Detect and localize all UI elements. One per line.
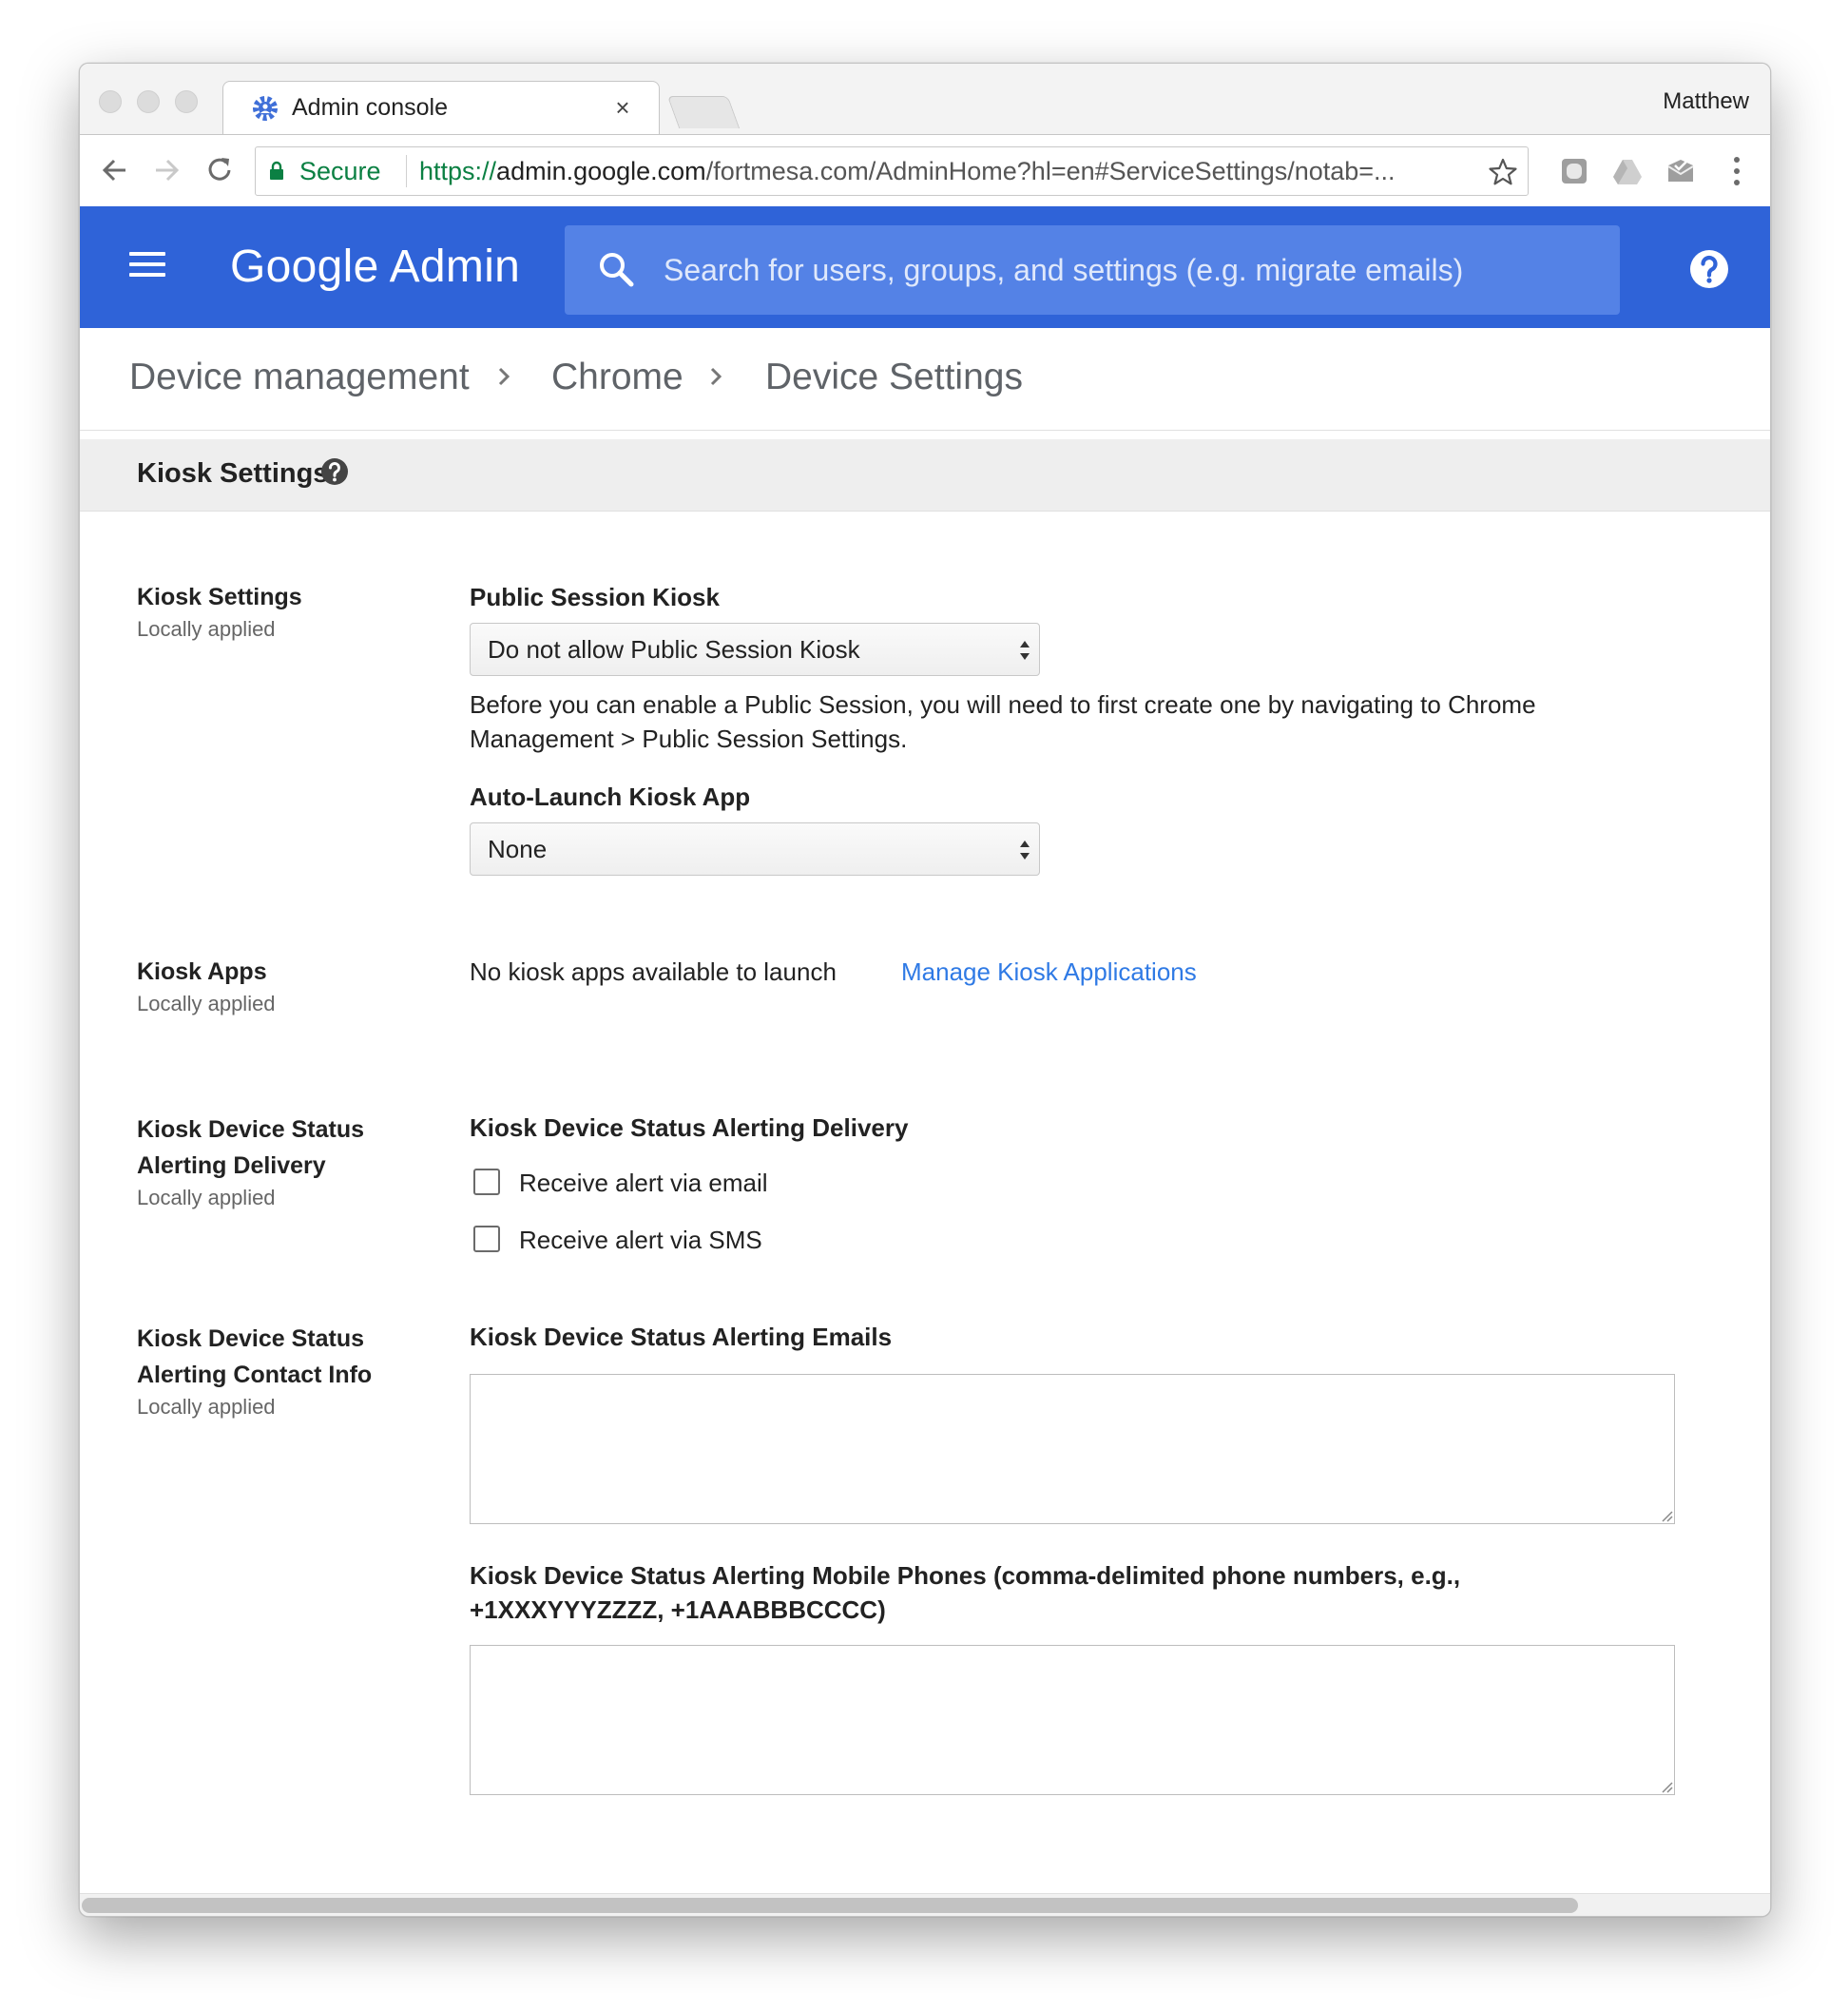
google-admin-logo[interactable]: Google Admin bbox=[230, 241, 520, 293]
tab-close-icon[interactable]: × bbox=[608, 93, 637, 123]
back-arrow-icon[interactable] bbox=[97, 152, 133, 188]
browser-toolbar: Secure https://admin.google.com/fortmesa… bbox=[80, 134, 1770, 206]
alerting-phones-textarea[interactable] bbox=[470, 1645, 1675, 1795]
window-minimize-control[interactable] bbox=[137, 90, 160, 113]
setting-inheritance: Locally applied bbox=[137, 1395, 276, 1419]
select-value: None bbox=[488, 835, 548, 863]
email-alert-checkbox[interactable] bbox=[473, 1169, 500, 1195]
horizontal-scrollbar[interactable] bbox=[80, 1893, 1770, 1916]
search-icon[interactable] bbox=[597, 250, 635, 288]
breadcrumb-chrome[interactable]: Chrome bbox=[551, 357, 683, 398]
url-text[interactable]: https://admin.google.com/fortmesa.com/Ad… bbox=[419, 157, 1484, 186]
help-icon[interactable] bbox=[319, 456, 350, 487]
public-session-kiosk-label: Public Session Kiosk bbox=[470, 583, 720, 611]
sms-alert-checkbox[interactable] bbox=[473, 1226, 500, 1252]
window-zoom-control[interactable] bbox=[175, 90, 198, 113]
select-arrows-icon bbox=[1020, 641, 1030, 660]
scrollbar-thumb[interactable] bbox=[82, 1898, 1578, 1913]
tab-strip: Admin console × Matthew bbox=[80, 64, 1770, 136]
alerting-emails-textarea[interactable] bbox=[470, 1374, 1675, 1524]
alerting-phones-label: Kiosk Device Status Alerting Mobile Phon… bbox=[470, 1561, 1461, 1624]
lock-icon bbox=[270, 161, 283, 180]
address-bar[interactable]: Secure https://admin.google.com/fortmesa… bbox=[255, 146, 1529, 196]
auto-launch-kiosk-app-select[interactable]: None bbox=[470, 822, 1040, 876]
mail-check-icon[interactable] bbox=[1665, 156, 1696, 186]
url-scheme: https:// bbox=[419, 157, 497, 185]
window-close-control[interactable] bbox=[99, 90, 122, 113]
admin-header: Google Admin bbox=[80, 206, 1770, 328]
section-title: Kiosk Settings bbox=[137, 458, 329, 489]
tab-admin-console[interactable]: Admin console × bbox=[222, 81, 660, 136]
secure-label: Secure bbox=[299, 157, 381, 185]
alerting-contact-label-group: Kiosk Device Status Alerting Contact Inf… bbox=[137, 1321, 422, 1421]
chevron-right-icon bbox=[710, 367, 722, 386]
email-alert-label[interactable]: Receive alert via email bbox=[519, 1169, 768, 1198]
setting-inheritance: Locally applied bbox=[137, 1186, 276, 1209]
select-arrows-icon bbox=[1020, 841, 1030, 860]
alerting-delivery-label-group: Kiosk Device Status Alerting Delivery Lo… bbox=[137, 1111, 422, 1212]
drive-icon[interactable] bbox=[1612, 156, 1643, 186]
hamburger-menu-icon[interactable] bbox=[129, 252, 165, 280]
resize-grip-icon[interactable] bbox=[1660, 1509, 1673, 1522]
alerting-delivery-field-label: Kiosk Device Status Alerting Delivery bbox=[470, 1113, 909, 1142]
tab-title: Admin console bbox=[292, 94, 448, 121]
address-separator bbox=[406, 155, 407, 187]
help-icon[interactable] bbox=[1688, 248, 1730, 290]
browser-menu-icon[interactable] bbox=[1732, 154, 1742, 188]
breadcrumb-device-settings: Device Settings bbox=[765, 357, 1023, 397]
sms-alert-label[interactable]: Receive alert via SMS bbox=[519, 1226, 762, 1255]
extension-square-icon[interactable] bbox=[1559, 156, 1589, 186]
setting-title-line1: Kiosk Device Status bbox=[137, 1116, 364, 1143]
url-host: admin.google.com bbox=[496, 157, 706, 185]
setting-title-line1: Kiosk Device Status bbox=[137, 1325, 364, 1352]
public-session-kiosk-select[interactable]: Do not allow Public Session Kiosk bbox=[470, 623, 1040, 676]
setting-title-line2: Alerting Delivery bbox=[137, 1152, 326, 1179]
profile-name[interactable]: Matthew bbox=[1663, 88, 1749, 115]
setting-title: Kiosk Apps bbox=[137, 958, 267, 985]
no-kiosk-apps-text: No kiosk apps available to launch bbox=[470, 957, 837, 986]
brand-google: Google bbox=[230, 242, 379, 292]
brand-admin: Admin bbox=[389, 242, 521, 292]
setting-inheritance: Locally applied bbox=[137, 992, 276, 1015]
setting-title-line2: Alerting Contact Info bbox=[137, 1362, 373, 1388]
select-value: Do not allow Public Session Kiosk bbox=[488, 635, 860, 664]
browser-window: Admin console × Matthew Secure https://a… bbox=[79, 63, 1771, 1917]
search-input[interactable] bbox=[664, 248, 1595, 292]
kiosk-apps-label-group: Kiosk Apps Locally applied bbox=[137, 954, 422, 1018]
resize-grip-icon[interactable] bbox=[1660, 1780, 1673, 1793]
new-tab-button[interactable] bbox=[666, 96, 741, 128]
admin-gear-icon bbox=[253, 96, 278, 121]
alerting-emails-label: Kiosk Device Status Alerting Emails bbox=[470, 1323, 893, 1351]
public-session-note: Before you can enable a Public Session, … bbox=[470, 690, 1536, 753]
auto-launch-kiosk-app-label: Auto-Launch Kiosk App bbox=[470, 783, 751, 811]
manage-kiosk-applications-link[interactable]: Manage Kiosk Applications bbox=[901, 957, 1197, 987]
kiosk-settings-label-group: Kiosk Settings Locally applied bbox=[137, 579, 422, 644]
bookmark-star-icon[interactable] bbox=[1488, 157, 1518, 187]
breadcrumb: Device management Chrome Device Settings bbox=[80, 328, 1770, 431]
search-bar bbox=[565, 225, 1620, 315]
breadcrumb-device-management[interactable]: Device management bbox=[129, 357, 470, 398]
url-path: /fortmesa.com/AdminHome?hl=en#ServiceSet… bbox=[705, 157, 1396, 185]
setting-inheritance: Locally applied bbox=[137, 617, 276, 641]
kiosk-settings-section-header: Kiosk Settings bbox=[80, 439, 1770, 512]
reload-icon[interactable] bbox=[202, 152, 238, 188]
forward-arrow-icon[interactable] bbox=[148, 152, 184, 188]
chevron-right-icon bbox=[498, 367, 510, 386]
setting-title: Kiosk Settings bbox=[137, 584, 302, 610]
